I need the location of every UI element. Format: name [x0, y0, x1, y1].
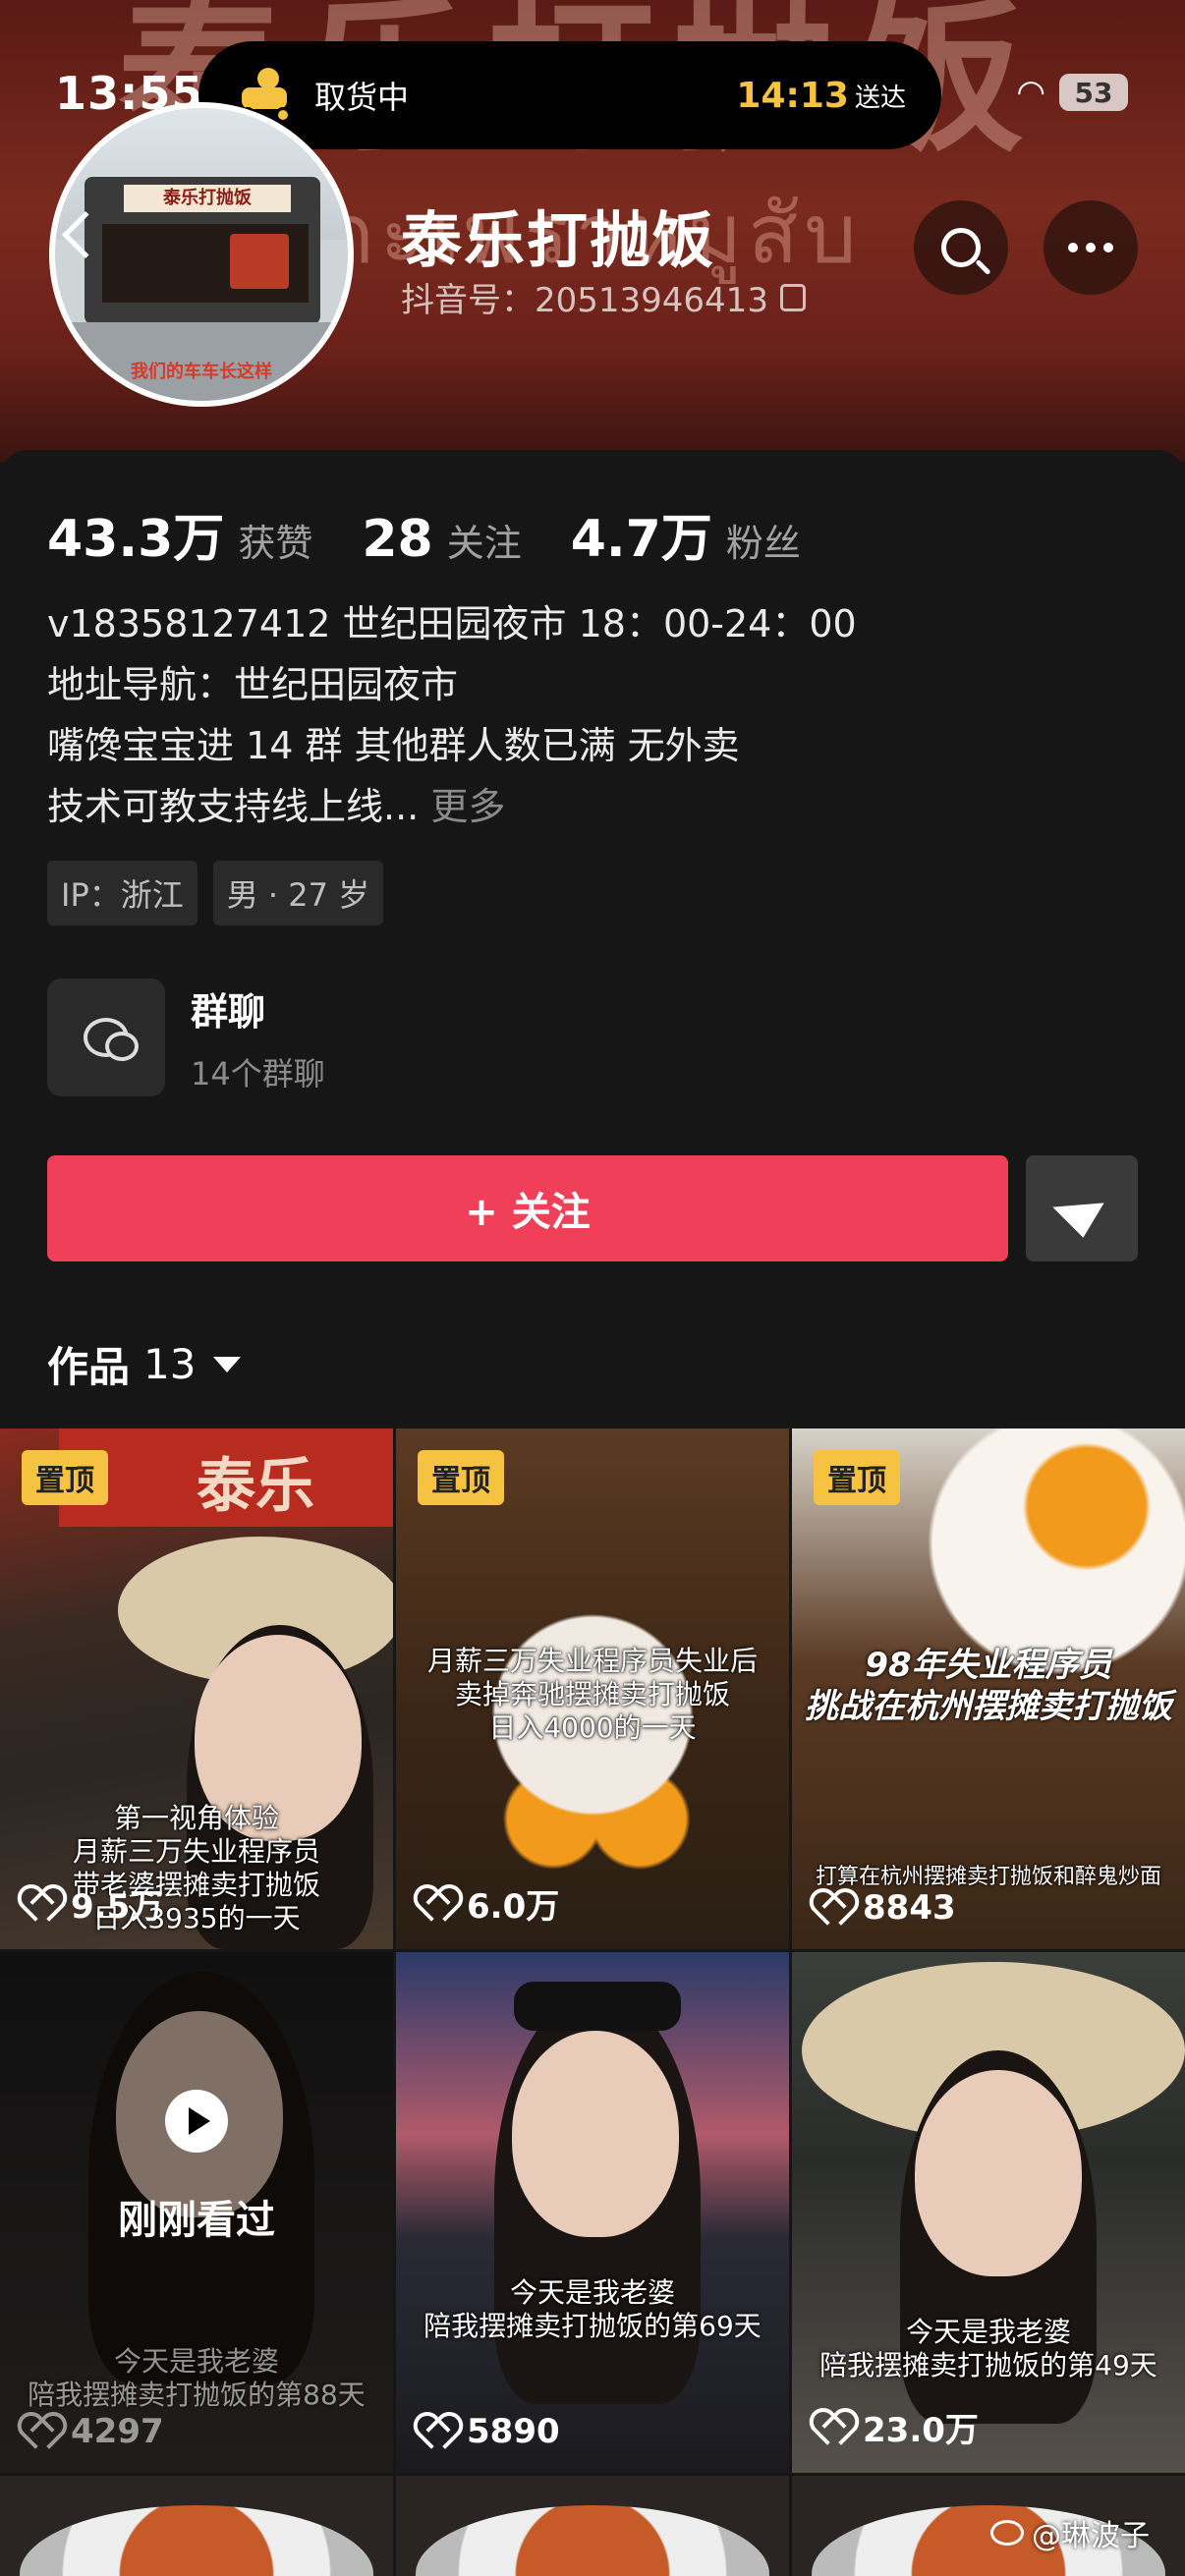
sunglasses [514, 1982, 681, 2031]
douyin-id[interactable]: 抖音号：2051394641​3 [401, 273, 806, 321]
video-tile[interactable]: 今天是我老婆 陪我摆摊卖打抛饭的第49天 23.0万 [792, 1952, 1185, 2473]
video-likes: 23.0万 [814, 2403, 979, 2451]
video-tile[interactable]: 今天是我老婆 陪我摆摊卖打抛饭的第69天 5890 [396, 1952, 789, 2473]
delivery-eta-time: 14:13 [736, 75, 849, 116]
send-icon [1052, 1179, 1111, 1238]
video-likes: 6.0万 [418, 1879, 559, 1928]
pinned-badge: 置顶 [22, 1450, 108, 1505]
works-tab[interactable]: 作品 13 [47, 1334, 242, 1394]
bio-line: 嘴馋宝宝进 14 群 其他群人数已满 无外卖 [47, 724, 740, 767]
avatar[interactable]: 泰乐打抛饭 我们的车车长这样 [49, 102, 354, 407]
weibo-watermark: @琳波子 [990, 2511, 1150, 2554]
video-likes: 8843 [814, 1888, 956, 1928]
video-caption: 月薪三万失业程序员失业后 卖掉奔驰摆摊卖打抛饭 日入4000的一天 [426, 1645, 758, 1744]
heart-icon [22, 2416, 57, 2447]
gender-age-tag: 男 · 27 岁 [212, 861, 384, 925]
profile-stats: 43.3万 获赞 28 关注 4.7万 粉丝 [47, 497, 850, 571]
video-caption: 今天是我老婆 陪我摆摊卖打抛饭的第88天 [28, 2345, 366, 2411]
video-tile[interactable]: 泰乐 置顶 第一视角体验 月薪三万失业程序员 带老婆摆摊卖打抛饭 日入3935的一天 … [0, 1428, 393, 1949]
stat-label: 关注 [446, 522, 522, 565]
profile-name: 泰乐打抛饭 [401, 204, 716, 276]
bio-line: 地址导航：世纪田园夜市 [47, 663, 459, 706]
heart-icon [814, 2412, 849, 2443]
pinned-badge: 置顶 [814, 1450, 900, 1505]
wifi-icon: ◠ [1016, 73, 1045, 112]
group-chat-count: 14个群聊 [191, 1054, 325, 1092]
avatar-caption: 我们的车车长这样 [131, 362, 272, 382]
pinned-badge: 置顶 [418, 1450, 504, 1505]
delivery-eta-label: 送达 [854, 83, 906, 113]
douyin-id-text: 抖音号：2051394641​3 [401, 281, 768, 320]
works-count: 13 [143, 1340, 197, 1388]
play-icon [165, 2090, 228, 2153]
video-tile[interactable] [0, 2476, 393, 2576]
profile-bio[interactable]: v18358127412 世纪田园夜市 18：00-24：00 地址导航：世纪田… [47, 593, 857, 837]
group-chat-entry[interactable]: 群聊 14个群聊 [47, 979, 325, 1096]
stat-number: 4.7万 [570, 510, 712, 569]
bio-line: v18358127412 世纪田园夜市 18：00-24：00 [47, 602, 857, 645]
like-count: 4297 [71, 2412, 164, 2451]
like-count: 5890 [467, 2412, 560, 2451]
more-button[interactable] [1044, 200, 1138, 295]
stat-label: 获赞 [238, 522, 313, 565]
video-likes: 5890 [418, 2412, 560, 2451]
video-tile[interactable]: 置顶 月薪三万失业程序员失业后 卖掉奔驰摆摊卖打抛饭 日入4000的一天 6.0万 [396, 1428, 789, 1949]
stat-number: 43.3万 [47, 510, 225, 569]
heart-icon [814, 1892, 849, 1924]
more-icon [1068, 243, 1113, 252]
video-tile[interactable]: 刚刚看过 今天是我老婆 陪我摆摊卖打抛饭的第88天 4297 [0, 1952, 393, 2473]
weibo-icon [990, 2520, 1024, 2546]
profile-tags: IP：浙江 男 · 27 岁 [47, 861, 384, 925]
avatar-truck-sign: 泰乐打抛饭 [124, 185, 291, 212]
copy-icon[interactable] [779, 283, 806, 311]
ip-location-tag: IP：浙江 [47, 861, 198, 925]
battery-icon: 53 [1059, 74, 1128, 111]
like-count: 23.0万 [863, 2411, 979, 2450]
like-count: 6.0万 [467, 1887, 560, 1927]
bio-more-link[interactable]: 更多 [430, 785, 505, 828]
video-likes: 4297 [22, 2412, 164, 2451]
video-caption: 今天是我老婆 陪我摆摊卖打抛饭的第49天 [819, 2316, 1157, 2381]
video-tile[interactable] [396, 2476, 789, 2576]
search-button[interactable] [914, 200, 1008, 295]
like-count: 8843 [863, 1888, 956, 1928]
status-indicators: ◠ 53 [1016, 73, 1128, 112]
stat-followers[interactable]: 4.7万 粉丝 [571, 497, 801, 571]
video-caption: 98年失业程序员 挑战在杭州摆摊卖打抛饭 [805, 1646, 1172, 1726]
heart-icon [418, 2416, 453, 2447]
works-label: 作品 [47, 1343, 131, 1391]
like-count: 9.5万 [71, 1887, 164, 1927]
stat-following[interactable]: 28 关注 [362, 510, 521, 569]
stat-number: 28 [362, 510, 433, 569]
share-button[interactable] [1026, 1155, 1138, 1261]
stat-label: 粉丝 [725, 522, 801, 565]
video-tile[interactable]: 置顶 98年失业程序员 挑战在杭州摆摊卖打抛饭 打算在杭州摆摊卖打抛饭和醉鬼炒面 … [792, 1428, 1185, 1949]
video-shop-sign: 泰乐 [197, 1452, 314, 1521]
video-caption: 今天是我老婆 陪我摆摊卖打抛饭的第69天 [423, 2276, 762, 2342]
heart-icon [22, 1888, 57, 1920]
follow-button[interactable]: + 关注 [47, 1155, 1008, 1261]
group-chat-title: 群聊 [191, 989, 266, 1034]
search-icon [941, 228, 981, 267]
heart-icon [418, 1888, 453, 1920]
bio-line: 技术可教支持线上线... 更多 [47, 785, 506, 828]
chevron-down-icon [213, 1356, 242, 1372]
video-likes: 9.5万 [22, 1879, 163, 1928]
group-chat-icon [47, 979, 165, 1096]
stat-likes[interactable]: 43.3万 获赞 [47, 497, 312, 571]
recently-watched-label: 刚刚看过 [118, 2198, 275, 2243]
